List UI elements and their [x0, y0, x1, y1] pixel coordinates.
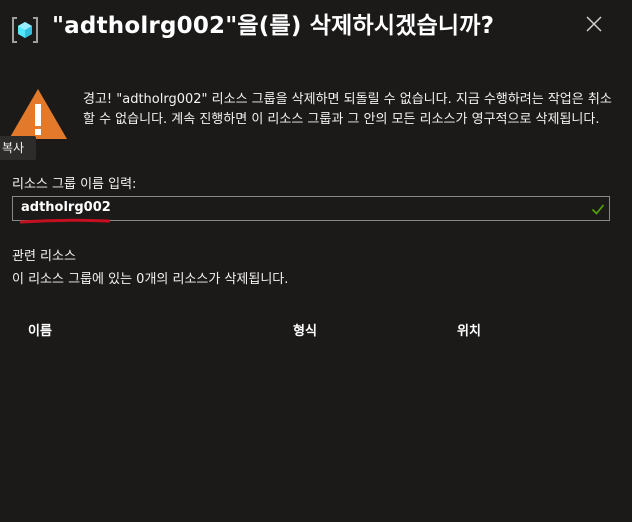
- column-header-type[interactable]: 형식: [293, 320, 317, 339]
- column-header-name[interactable]: 이름: [28, 320, 52, 339]
- dialog-title: "adtholrg002"을(를) 삭제하시겠습니까?: [52, 13, 495, 39]
- related-resources-title: 관련 리소스: [12, 249, 76, 264]
- confirm-input-label: 리소스 그룹 이름 입력:: [12, 177, 137, 192]
- warning-message: 경고! "adtholrg002" 리소스 그룹을 삭제하면 되돌릴 수 없습니…: [83, 92, 612, 127]
- checkmark-icon: [591, 204, 605, 215]
- red-underline-annotation: [20, 218, 110, 224]
- resource-group-icon: [12, 17, 38, 43]
- close-icon[interactable]: [584, 14, 604, 34]
- column-header-location[interactable]: 위치: [457, 320, 481, 339]
- copy-tooltip: 복사: [0, 136, 36, 160]
- input-value: adtholrg002: [21, 200, 111, 215]
- warning-icon: [9, 89, 67, 139]
- related-resources-description: 이 리소스 그룹에 있는 0개의 리소스가 삭제됩니다.: [12, 272, 289, 287]
